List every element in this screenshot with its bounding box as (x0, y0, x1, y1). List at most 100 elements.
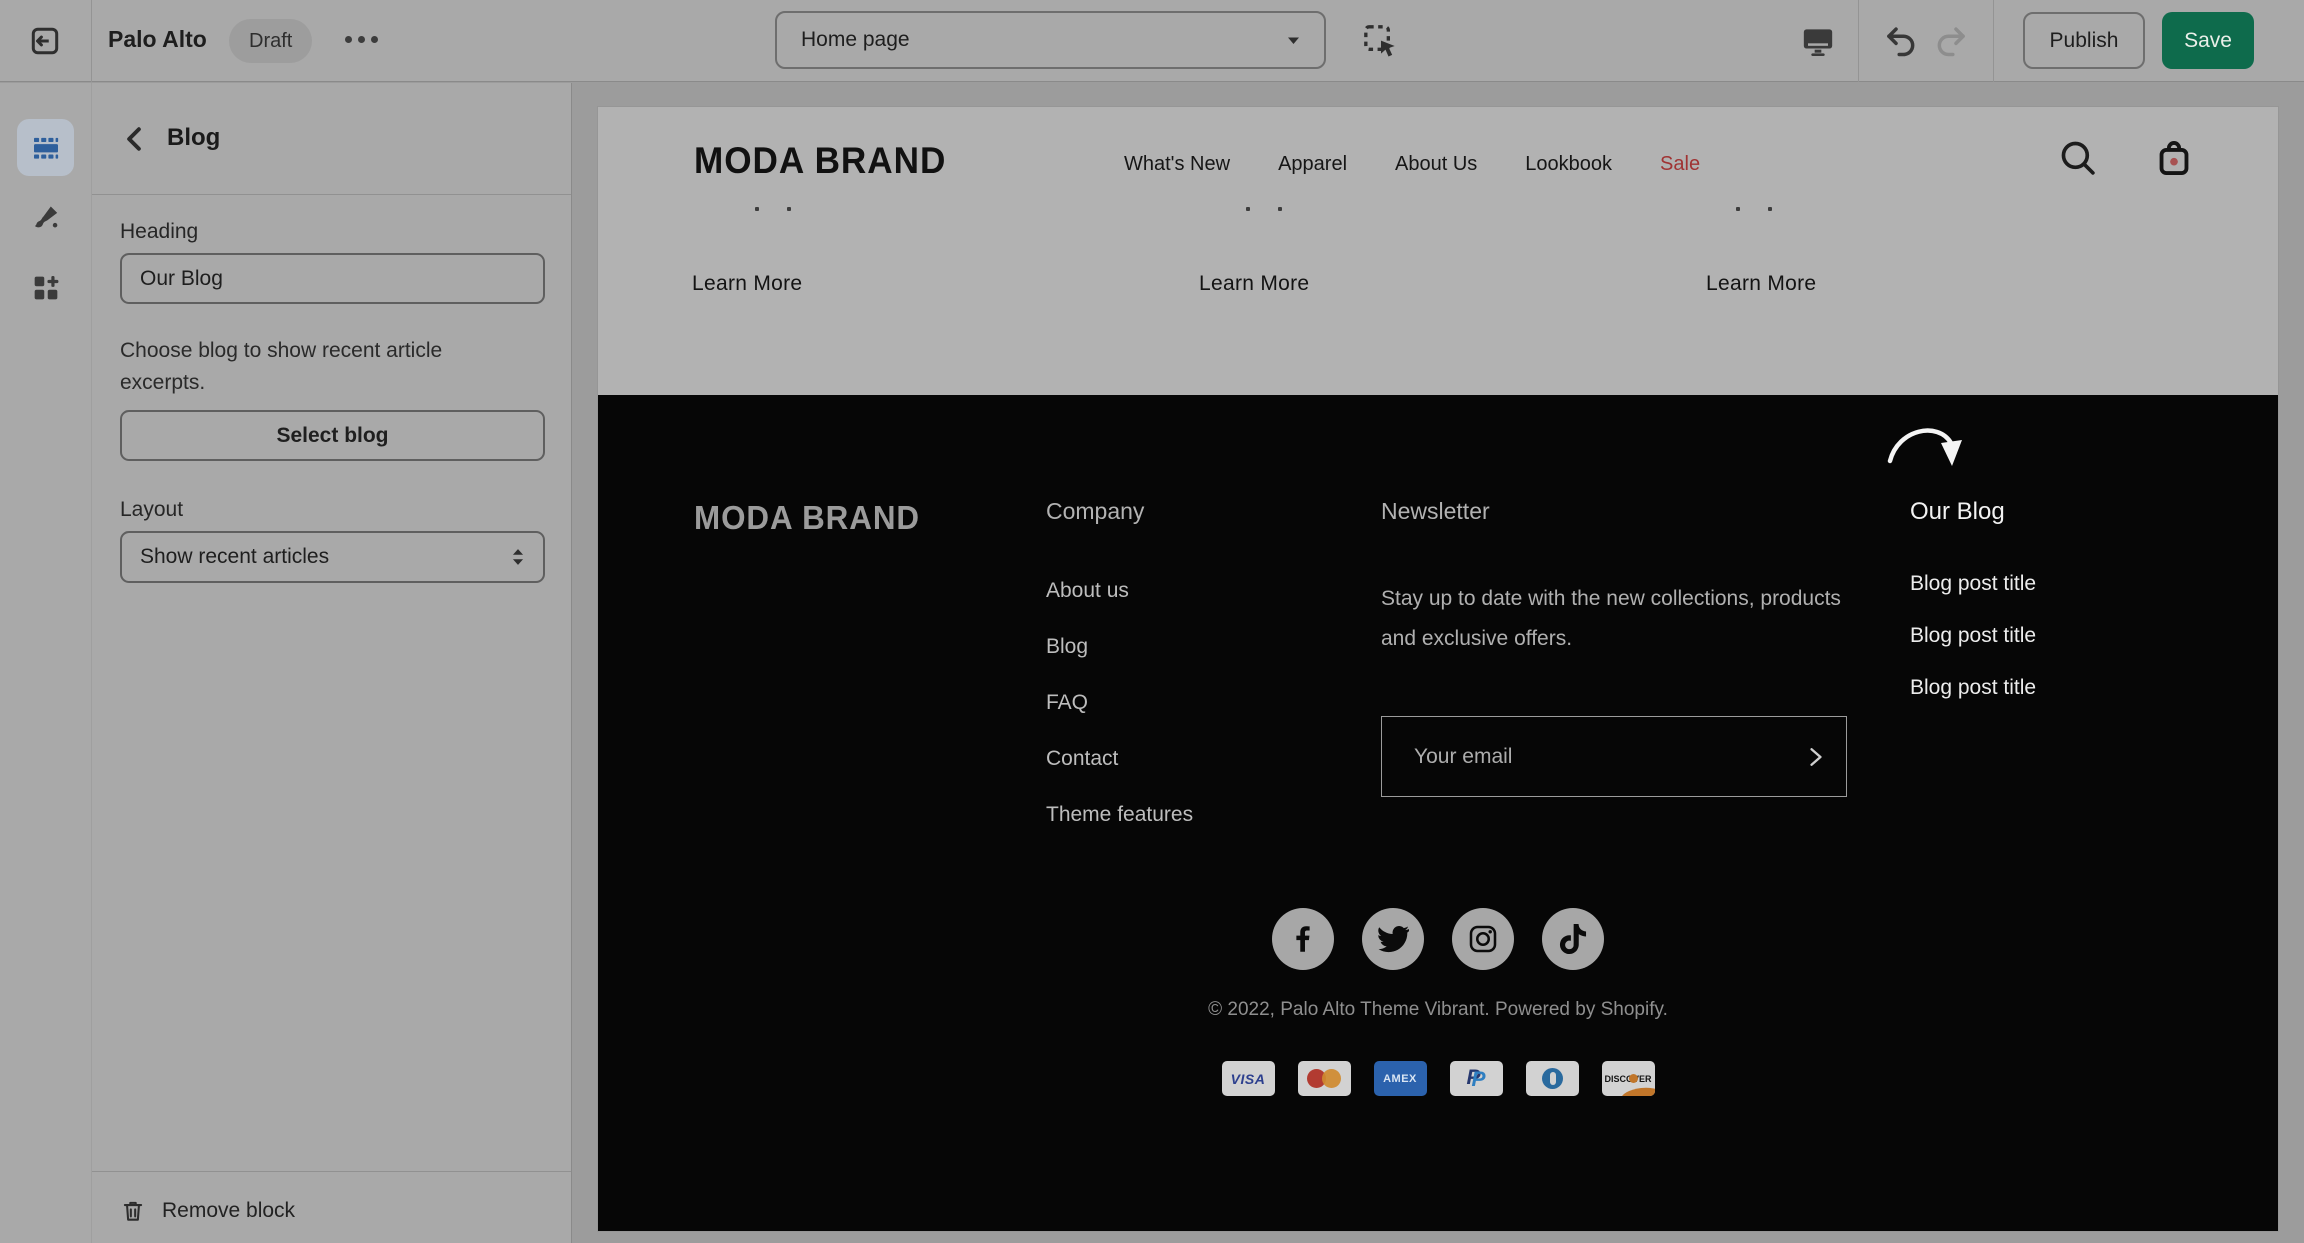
newsletter-submit-button[interactable] (1786, 717, 1846, 796)
footer-logo: MODA BRAND (694, 499, 920, 537)
heading-field-label: Heading (120, 220, 198, 244)
blog-post-link[interactable]: Blog post title (1910, 572, 2036, 596)
exit-editor-button[interactable] (22, 18, 68, 64)
panel-header: Blog (92, 83, 571, 195)
choose-blog-help-text: Choose blog to show recent article excer… (120, 335, 492, 399)
layout-select[interactable]: Show recent articles (120, 531, 545, 583)
footer-company-column: Company About us Blog FAQ Contact Theme … (1046, 498, 1193, 859)
footer-link-faq[interactable]: FAQ (1046, 691, 1193, 715)
topbar-divider (1858, 0, 1859, 82)
footer-newsletter-column: Newsletter Stay up to date with the new … (1381, 498, 1847, 659)
payment-icons-row: VISA AMEX PP DISCOVER (598, 1061, 2278, 1096)
select-blog-button[interactable]: Select blog (120, 410, 545, 461)
shopify-theme-editor: Palo Alto Draft Home page (0, 0, 2304, 1243)
layout-select-value: Show recent articles (140, 545, 329, 569)
newsletter-form (1381, 716, 1847, 797)
chevron-down-icon (1287, 36, 1300, 45)
cart-bag-icon (2152, 136, 2196, 180)
redo-button[interactable] (1928, 17, 1976, 65)
block-settings-panel: Blog Heading Choose blog to show recent … (91, 83, 572, 1243)
sidebar-item-app-embeds[interactable] (17, 259, 74, 316)
blog-post-link[interactable]: Blog post title (1910, 676, 2036, 700)
company-heading: Company (1046, 498, 1193, 525)
footer-link-theme-features[interactable]: Theme features (1046, 803, 1193, 827)
app-embeds-icon (30, 272, 62, 304)
section-picker-tool-button[interactable] (1356, 17, 1404, 65)
cart-button[interactable] (2150, 134, 2198, 182)
store-logo[interactable]: MODA BRAND (694, 140, 946, 182)
learn-more-link[interactable]: Learn More (692, 272, 802, 296)
nav-link-about-us[interactable]: About Us (1395, 153, 1477, 176)
remove-block-label: Remove block (162, 1199, 295, 1223)
paypal-icon: PP (1450, 1061, 1503, 1096)
undo-icon (1881, 22, 1919, 60)
cropped-content-fragment (1736, 207, 1740, 211)
device-preview-button[interactable] (1794, 17, 1842, 65)
save-button[interactable]: Save (2162, 12, 2254, 69)
instagram-link[interactable] (1452, 908, 1514, 970)
social-links (598, 908, 2278, 970)
facebook-icon (1286, 922, 1320, 956)
undo-button[interactable] (1876, 17, 1924, 65)
instagram-icon (1467, 923, 1499, 955)
selection-tool-icon (1360, 21, 1400, 61)
cropped-content-fragment (1278, 207, 1282, 211)
newsletter-heading: Newsletter (1381, 498, 1847, 525)
store-nav: What's New Apparel About Us Lookbook Sal… (1124, 153, 1700, 176)
twitter-link[interactable] (1362, 908, 1424, 970)
footer-copyright: © 2022, Palo Alto Theme Vibrant. Powered… (598, 999, 2278, 1021)
newsletter-email-input[interactable] (1382, 745, 1786, 769)
cropped-content-fragment (755, 207, 759, 211)
sections-icon (30, 132, 62, 164)
editor-icon-sidebar (0, 83, 91, 1243)
topbar-divider (1993, 0, 1994, 82)
annotation-curved-arrow-icon (1886, 421, 1986, 493)
cropped-content-fragment (787, 207, 791, 211)
desktop-preview-icon (1798, 21, 1838, 61)
search-button[interactable] (2054, 134, 2102, 182)
visa-icon: VISA (1222, 1061, 1275, 1096)
editor-topbar: Palo Alto Draft Home page (0, 0, 2304, 82)
topbar-divider (91, 0, 92, 82)
select-caret-icon (511, 548, 525, 566)
remove-block-button[interactable]: Remove block (120, 1198, 295, 1224)
page-selector-dropdown[interactable]: Home page (775, 11, 1326, 69)
trash-icon (120, 1198, 146, 1224)
nav-link-apparel[interactable]: Apparel (1278, 153, 1347, 176)
footer-blog-column: Our Blog Blog post title Blog post title… (1910, 498, 2036, 728)
amex-icon: AMEX (1374, 1061, 1427, 1096)
theme-preview: MODA BRAND What's New Apparel About Us L… (598, 107, 2278, 1231)
tiktok-link[interactable] (1542, 908, 1604, 970)
store-footer: MODA BRAND Company About us Blog FAQ Con… (598, 395, 2278, 1231)
discover-icon: DISCOVER (1602, 1061, 1655, 1096)
status-badge: Draft (229, 19, 312, 63)
tiktok-icon (1558, 924, 1588, 954)
sidebar-item-sections[interactable] (17, 119, 74, 176)
back-button[interactable] (116, 121, 152, 157)
sidebar-item-theme-settings[interactable] (17, 189, 74, 246)
chevron-left-icon (124, 126, 144, 152)
footer-link-about-us[interactable]: About us (1046, 579, 1193, 603)
learn-more-link[interactable]: Learn More (1199, 272, 1309, 296)
cropped-content-fragment (1246, 207, 1250, 211)
mastercard-icon (1298, 1061, 1351, 1096)
nav-link-sale[interactable]: Sale (1660, 153, 1700, 176)
heading-input[interactable] (120, 253, 545, 304)
layout-field-label: Layout (120, 498, 183, 522)
nav-link-whats-new[interactable]: What's New (1124, 153, 1230, 176)
nav-link-lookbook[interactable]: Lookbook (1525, 153, 1612, 176)
our-blog-heading: Our Blog (1910, 498, 2036, 526)
exit-icon (27, 23, 63, 59)
newsletter-text: Stay up to date with the new collections… (1381, 579, 1847, 659)
facebook-link[interactable] (1272, 908, 1334, 970)
publish-button[interactable]: Publish (2023, 12, 2145, 69)
footer-link-contact[interactable]: Contact (1046, 747, 1193, 771)
blog-post-link[interactable]: Blog post title (1910, 624, 2036, 648)
search-icon (2057, 137, 2099, 179)
footer-link-blog[interactable]: Blog (1046, 635, 1193, 659)
learn-more-link[interactable]: Learn More (1706, 272, 1816, 296)
theme-settings-brush-icon (30, 202, 62, 234)
more-options-icon[interactable] (345, 36, 378, 43)
panel-title: Blog (167, 124, 220, 152)
chevron-right-icon (1809, 747, 1823, 767)
